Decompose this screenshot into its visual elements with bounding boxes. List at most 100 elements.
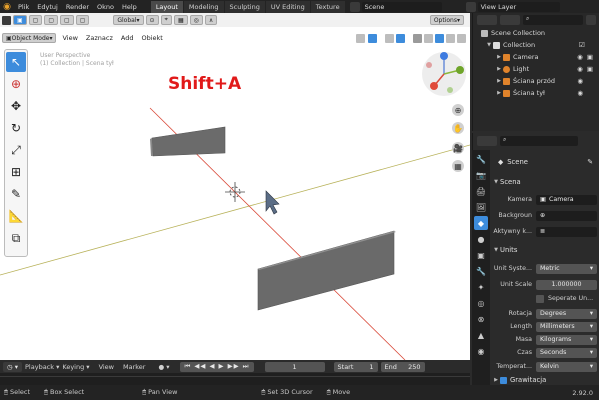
select-mode-icon[interactable]: ▣ — [13, 15, 27, 25]
expand-arrow-icon[interactable]: ▶ — [495, 66, 503, 72]
shading-wire-icon[interactable] — [424, 33, 433, 43]
display-mode-icon[interactable] — [500, 15, 520, 25]
eye-icon[interactable]: ◉ — [577, 77, 583, 85]
gravity-checkbox[interactable] — [500, 376, 507, 384]
length-dropdown[interactable]: Millimeters ▾ — [536, 321, 597, 332]
scene-icon[interactable] — [349, 1, 360, 12]
collection-row[interactable]: ▼ Collection ☑ — [473, 39, 599, 51]
scale-tool-icon[interactable]: ⤢ — [6, 140, 26, 160]
pan-icon[interactable]: ✋ — [452, 122, 464, 134]
units-section-header[interactable]: ▼ Units — [492, 244, 597, 256]
annotate-tool-icon[interactable]: ✎ — [6, 184, 26, 204]
menu-keying[interactable]: Keying ▾ — [62, 363, 89, 371]
ortho-toggle-icon[interactable]: ▦ — [452, 160, 464, 172]
view-layer-tab-icon[interactable]: 🖼 — [474, 200, 488, 214]
pin-icon[interactable]: ✎ — [587, 158, 593, 166]
temperature-dropdown[interactable]: Kelvin ▾ — [536, 361, 597, 372]
unit-scale-field[interactable]: 1.000000 — [536, 279, 597, 290]
tab-sculpting[interactable]: Sculpting — [224, 0, 265, 13]
measure-tool-icon[interactable]: 📐 — [6, 206, 26, 226]
timeline-editor-icon[interactable]: ◷ ▾ — [3, 361, 23, 372]
camera-field[interactable]: ▣ Camera — [536, 194, 597, 205]
blender-logo-icon[interactable]: ◉ — [0, 2, 14, 12]
editor-type-icon[interactable] — [2, 15, 11, 25]
menu-add[interactable]: Add — [117, 34, 138, 42]
expand-arrow-icon[interactable]: ▶ — [495, 54, 503, 60]
add-cube-tool-icon[interactable]: ⧉ — [6, 228, 26, 248]
render-tab-icon[interactable]: 📷 — [474, 168, 488, 182]
scene-tab-icon[interactable]: ◆ — [474, 216, 488, 230]
move-tool-icon[interactable]: ✥ — [6, 96, 26, 116]
menu-window[interactable]: Okno — [93, 3, 118, 11]
overlay-toggle-icon[interactable] — [396, 33, 405, 43]
menu-timeline-view[interactable]: View — [99, 363, 114, 371]
active-clip-field[interactable]: ≣ — [536, 226, 597, 237]
proportional-icon[interactable]: ◎ — [189, 15, 203, 25]
menu-file[interactable]: Plik — [14, 3, 33, 11]
gravity-section-header[interactable]: ▶ Grawitacja — [492, 375, 597, 385]
outliner-item-camera[interactable]: ▶ Camera ◉ ▣ — [473, 51, 599, 63]
outliner-item-back-wall[interactable]: ▶ Ściana tył ◉ — [473, 87, 599, 99]
menu-marker[interactable]: Marker — [123, 363, 145, 371]
view-layer-icon[interactable] — [465, 1, 476, 12]
rotation-dropdown[interactable]: Degrees ▾ — [536, 308, 597, 319]
expand-arrow-icon[interactable]: ▶ — [495, 90, 503, 96]
menu-render[interactable]: Render — [62, 3, 93, 11]
filter-icon[interactable] — [586, 15, 596, 25]
light-data-icon[interactable]: ▣ — [587, 65, 593, 73]
snap-target[interactable]: ▦ — [173, 15, 188, 25]
outliner-item-front-wall[interactable]: ▶ Ściana przód ◉ — [473, 75, 599, 87]
select-mode-5-icon[interactable]: ▢ — [75, 15, 90, 25]
outliner-editor-icon[interactable] — [477, 15, 497, 25]
navigation-gizmo[interactable] — [420, 50, 468, 98]
shading-solid-icon[interactable] — [435, 33, 444, 43]
data-tab-icon[interactable]: ▲ — [474, 328, 488, 342]
object-mode-dropdown[interactable]: ▣ Object Mode ▾ — [2, 33, 57, 43]
start-frame-field[interactable]: Start 1 — [333, 361, 378, 372]
menu-help[interactable]: Help — [118, 3, 141, 11]
camera-view-icon[interactable]: 🎥 — [452, 142, 464, 154]
falloff-icon[interactable]: ∧ — [204, 15, 218, 25]
expand-arrow-icon[interactable]: ▼ — [485, 42, 493, 48]
background-field[interactable]: ⊕ — [536, 210, 597, 221]
select-mode-4-icon[interactable]: ▢ — [60, 15, 74, 25]
checkbox-icon[interactable]: ☑ — [579, 41, 585, 49]
section-collapse-icon[interactable]: ▼ — [492, 247, 500, 253]
tab-modeling[interactable]: Modeling — [183, 0, 224, 13]
scene-section-header[interactable]: ▼ Scena — [492, 176, 597, 188]
section-expand-icon[interactable]: ▶ — [492, 377, 500, 383]
select-mode-2-icon[interactable]: ▢ — [28, 15, 43, 25]
tab-texture[interactable]: Texture — [310, 0, 345, 13]
mass-dropdown[interactable]: Kilograms ▾ — [536, 334, 597, 345]
options-dropdown[interactable]: Options ▾ — [429, 15, 464, 25]
menu-object[interactable]: Obiekt — [137, 34, 166, 42]
cursor-tool-icon[interactable]: ⊕ — [6, 74, 26, 94]
transform-orientation[interactable]: Global ▾ — [113, 15, 144, 25]
visibility-icon[interactable] — [356, 33, 365, 43]
eye-icon[interactable]: ◉ — [577, 53, 583, 61]
pivot-icon[interactable]: ⊙ — [145, 15, 159, 25]
time-dropdown[interactable]: Seconds ▾ — [536, 347, 597, 358]
tab-layout[interactable]: Layout — [150, 0, 183, 13]
select-tool-icon[interactable]: ↖ — [6, 52, 26, 72]
properties-editor-icon[interactable] — [477, 136, 497, 146]
outliner-item-light[interactable]: ▶ Light ◉ ▣ — [473, 63, 599, 75]
expand-arrow-icon[interactable]: ▶ — [495, 78, 503, 84]
end-frame-field[interactable]: End 250 — [380, 361, 425, 372]
view-layer-selector[interactable]: View Layer — [477, 1, 560, 12]
current-frame-field[interactable]: 1 — [264, 361, 325, 372]
scene-selector[interactable]: Scene — [361, 1, 442, 12]
menu-select[interactable]: Zaznacz — [82, 34, 117, 42]
constraints-tab-icon[interactable]: ⊗ — [474, 312, 488, 326]
output-tab-icon[interactable]: 🖨 — [474, 184, 488, 198]
select-mode-3-icon[interactable]: ▢ — [44, 15, 59, 25]
gizmo-icon[interactable] — [368, 33, 377, 43]
outliner-search-input[interactable]: ⌕ — [523, 15, 583, 25]
tool-tab-icon[interactable]: 🔧 — [474, 152, 488, 166]
separate-units-checkbox[interactable] — [536, 294, 544, 303]
menu-edit[interactable]: Edytuj — [33, 3, 62, 11]
zoom-icon[interactable]: ⊕ — [452, 104, 464, 116]
shading-render-icon[interactable] — [457, 33, 466, 43]
world-tab-icon[interactable]: ● — [474, 232, 488, 246]
eye-icon[interactable]: ◉ — [577, 89, 583, 97]
